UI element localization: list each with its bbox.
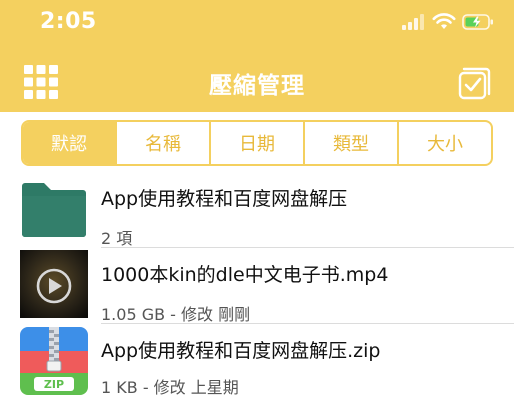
file-meta: 2 項 <box>101 229 133 248</box>
file-row[interactable]: ZIP App使用教程和百度网盘解压.zip 1 KB - 修改 上星期 <box>0 324 514 400</box>
zip-badge-label: ZIP <box>44 378 64 391</box>
sort-tab-size[interactable]: 大小 <box>399 122 491 164</box>
folder-icon <box>22 183 86 237</box>
zip-archive-icon: ZIP <box>20 327 88 395</box>
file-name: 1000本kin的dle中文电子书.mp4 <box>101 264 389 286</box>
sort-tab-name[interactable]: 名稱 <box>117 122 211 164</box>
file-meta: 1.05 GB - 修改 剛剛 <box>101 305 251 324</box>
file-name: App使用教程和百度网盘解压 <box>101 188 348 210</box>
sort-tab-default[interactable]: 默認 <box>23 122 117 164</box>
file-meta: 1 KB - 修改 上星期 <box>101 378 239 397</box>
multi-select-checkbox-icon[interactable] <box>458 66 492 100</box>
file-row[interactable]: App使用教程和百度网盘解压 2 項 <box>0 172 514 248</box>
file-name: App使用教程和百度网盘解压.zip <box>101 340 381 362</box>
cellular-signal-icon <box>402 14 426 30</box>
status-bar: 2:05 <box>0 0 514 46</box>
sort-tab-type[interactable]: 類型 <box>305 122 399 164</box>
app-header: 2:05 壓縮管理 <box>0 0 514 112</box>
battery-charging-icon <box>462 14 493 30</box>
file-row[interactable]: 1000本kin的dle中文电子书.mp4 1.05 GB - 修改 剛剛 <box>0 248 514 324</box>
status-time: 2:05 <box>40 9 97 34</box>
page-title: 壓縮管理 <box>209 73 305 99</box>
wifi-icon <box>432 13 456 29</box>
video-play-icon <box>20 250 88 318</box>
sort-segmented-control: 默認 名稱 日期 類型 大小 <box>21 120 493 166</box>
sort-tab-date[interactable]: 日期 <box>211 122 305 164</box>
